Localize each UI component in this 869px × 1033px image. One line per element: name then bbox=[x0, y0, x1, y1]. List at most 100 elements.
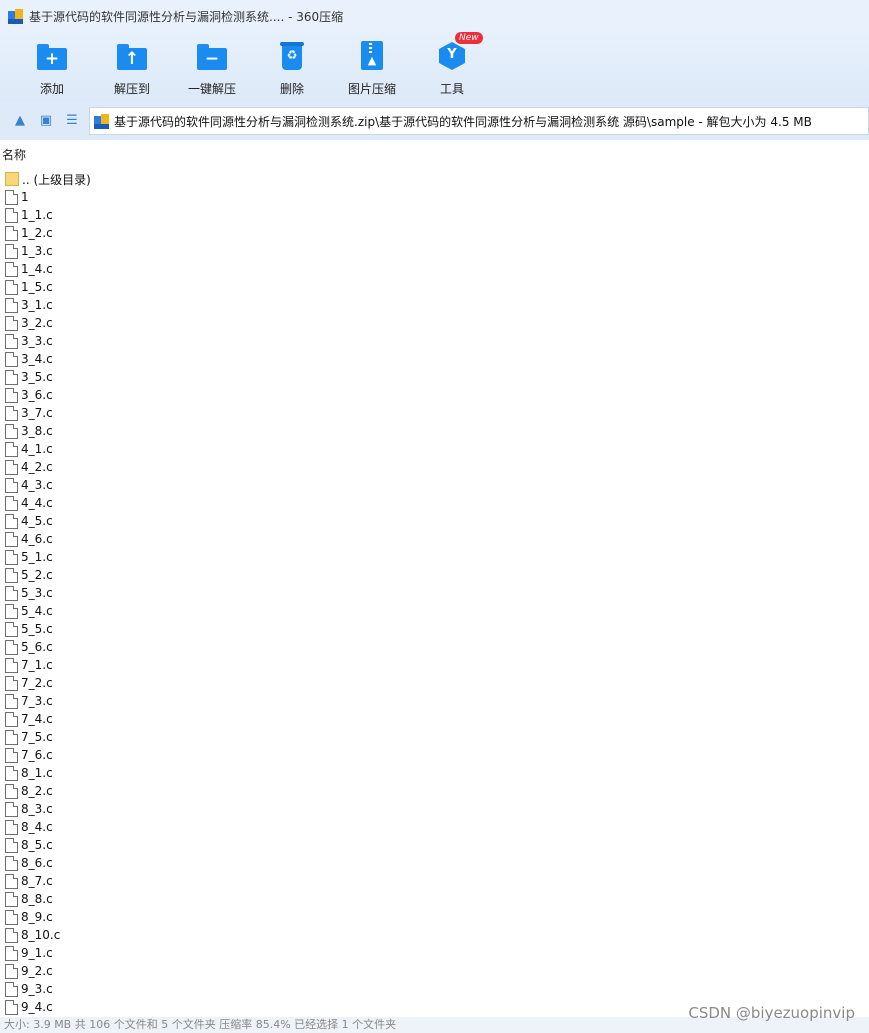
tools-icon: Y bbox=[436, 41, 468, 71]
list-item[interactable]: 3_3.c bbox=[0, 332, 869, 350]
file-icon bbox=[5, 909, 18, 925]
list-item[interactable]: 8_7.c bbox=[0, 872, 869, 890]
image-compress-button[interactable]: ▲ 图片压缩 bbox=[332, 38, 412, 98]
list-item[interactable]: 4_4.c bbox=[0, 494, 869, 512]
list-item[interactable]: 7_3.c bbox=[0, 692, 869, 710]
file-icon bbox=[5, 729, 18, 745]
list-item[interactable]: 8_2.c bbox=[0, 782, 869, 800]
list-item[interactable]: 3_8.c bbox=[0, 422, 869, 440]
list-item[interactable]: 7_4.c bbox=[0, 710, 869, 728]
list-item[interactable]: 1_3.c bbox=[0, 242, 869, 260]
one-click-extract-button[interactable]: − 一键解压 bbox=[172, 38, 252, 98]
file-name: 5_1.c bbox=[21, 550, 53, 564]
file-name: 1 bbox=[21, 190, 29, 204]
list-item[interactable]: 1 bbox=[0, 188, 869, 206]
file-icon bbox=[5, 585, 18, 601]
file-name: 4_1.c bbox=[21, 442, 53, 456]
list-item[interactable]: 7_2.c bbox=[0, 674, 869, 692]
extract-to-button[interactable]: ↑ 解压到 bbox=[92, 38, 172, 98]
list-item[interactable]: 5_5.c bbox=[0, 620, 869, 638]
column-header-name[interactable]: 名称 bbox=[0, 146, 869, 164]
list-view-icon[interactable]: ☰ bbox=[64, 113, 80, 129]
archive-icon bbox=[94, 113, 109, 129]
list-item[interactable]: 1_5.c bbox=[0, 278, 869, 296]
file-icon bbox=[5, 603, 18, 619]
list-item[interactable]: 8_1.c bbox=[0, 764, 869, 782]
file-name: 1_5.c bbox=[21, 280, 53, 294]
title-bar: 基于源代码的软件同源性分析与漏洞检测系统.... - 360压缩 bbox=[0, 0, 869, 32]
list-item[interactable]: 9_2.c bbox=[0, 962, 869, 980]
file-icon bbox=[5, 657, 18, 673]
file-name: 1_4.c bbox=[21, 262, 53, 276]
file-name: 8_5.c bbox=[21, 838, 53, 852]
parent-directory-label: .. (上级目录) bbox=[22, 172, 91, 187]
parent-directory-row[interactable]: .. (上级目录) bbox=[0, 170, 869, 188]
file-icon bbox=[5, 675, 18, 691]
file-name: 5_2.c bbox=[21, 568, 53, 582]
list-item[interactable]: 8_3.c bbox=[0, 800, 869, 818]
list-item[interactable]: 1_1.c bbox=[0, 206, 869, 224]
list-item[interactable]: 7_1.c bbox=[0, 656, 869, 674]
list-item[interactable]: 4_2.c bbox=[0, 458, 869, 476]
list-item[interactable]: 4_6.c bbox=[0, 530, 869, 548]
add-button[interactable]: + 添加 bbox=[12, 38, 92, 98]
file-icon bbox=[5, 783, 18, 799]
extract-to-icon: ↑ bbox=[116, 41, 148, 71]
list-item[interactable]: 4_5.c bbox=[0, 512, 869, 530]
list-item[interactable]: 8_4.c bbox=[0, 818, 869, 836]
file-name: 4_3.c bbox=[21, 478, 53, 492]
file-name: 8_4.c bbox=[21, 820, 53, 834]
list-item[interactable]: 1_4.c bbox=[0, 260, 869, 278]
list-item[interactable]: 8_9.c bbox=[0, 908, 869, 926]
file-icon bbox=[5, 513, 18, 529]
file-icon bbox=[5, 261, 18, 277]
file-name: 9_1.c bbox=[21, 946, 53, 960]
file-name: 9_4.c bbox=[21, 1000, 53, 1014]
list-item[interactable]: 3_5.c bbox=[0, 368, 869, 386]
list-item[interactable]: 5_4.c bbox=[0, 602, 869, 620]
file-name: 7_4.c bbox=[21, 712, 53, 726]
image-compress-button-label: 图片压缩 bbox=[347, 82, 396, 96]
file-name: 8_7.c bbox=[21, 874, 53, 888]
up-arrow-icon[interactable]: ▲ bbox=[12, 113, 28, 129]
file-icon bbox=[5, 225, 18, 241]
list-item[interactable]: 8_6.c bbox=[0, 854, 869, 872]
file-name: 3_8.c bbox=[21, 424, 53, 438]
list-item[interactable]: 3_2.c bbox=[0, 314, 869, 332]
path-text: 基于源代码的软件同源性分析与漏洞检测系统.zip\基于源代码的软件同源性分析与漏… bbox=[114, 114, 812, 129]
file-icon bbox=[5, 315, 18, 331]
list-item[interactable]: 9_1.c bbox=[0, 944, 869, 962]
list-item[interactable]: 1_2.c bbox=[0, 224, 869, 242]
file-name: 4_2.c bbox=[21, 460, 53, 474]
list-item[interactable]: 5_3.c bbox=[0, 584, 869, 602]
list-item[interactable]: 9_3.c bbox=[0, 980, 869, 998]
file-icon bbox=[5, 999, 18, 1015]
list-item[interactable]: 8_8.c bbox=[0, 890, 869, 908]
list-item[interactable]: 5_6.c bbox=[0, 638, 869, 656]
list-item[interactable]: 3_1.c bbox=[0, 296, 869, 314]
toolbar: + 添加 ↑ 解压到 − 一键解压 ♻ 删除 ▲ 图片压缩 Y 工具 New bbox=[0, 32, 869, 102]
list-item[interactable]: 5_1.c bbox=[0, 548, 869, 566]
list-item[interactable]: 4_1.c bbox=[0, 440, 869, 458]
list-item[interactable]: 4_3.c bbox=[0, 476, 869, 494]
path-address-bar[interactable]: 基于源代码的软件同源性分析与漏洞检测系统.zip\基于源代码的软件同源性分析与漏… bbox=[89, 107, 869, 135]
file-icon bbox=[5, 855, 18, 871]
list-item[interactable]: 5_2.c bbox=[0, 566, 869, 584]
file-icon bbox=[5, 765, 18, 781]
thumbnail-view-icon[interactable]: ▣ bbox=[38, 113, 54, 129]
image-compress-icon: ▲ bbox=[356, 41, 388, 71]
list-item[interactable]: 7_6.c bbox=[0, 746, 869, 764]
plus-folder-icon: + bbox=[36, 41, 68, 71]
file-name: 9_2.c bbox=[21, 964, 53, 978]
list-item[interactable]: 3_7.c bbox=[0, 404, 869, 422]
list-item[interactable]: 8_5.c bbox=[0, 836, 869, 854]
file-icon bbox=[5, 567, 18, 583]
list-item[interactable]: 8_10.c bbox=[0, 926, 869, 944]
file-icon bbox=[5, 189, 18, 205]
list-item[interactable]: 7_5.c bbox=[0, 728, 869, 746]
tools-button[interactable]: Y 工具 bbox=[412, 38, 492, 98]
list-item[interactable]: 3_6.c bbox=[0, 386, 869, 404]
file-name: 3_2.c bbox=[21, 316, 53, 330]
delete-button[interactable]: ♻ 删除 bbox=[252, 38, 332, 98]
list-item[interactable]: 3_4.c bbox=[0, 350, 869, 368]
